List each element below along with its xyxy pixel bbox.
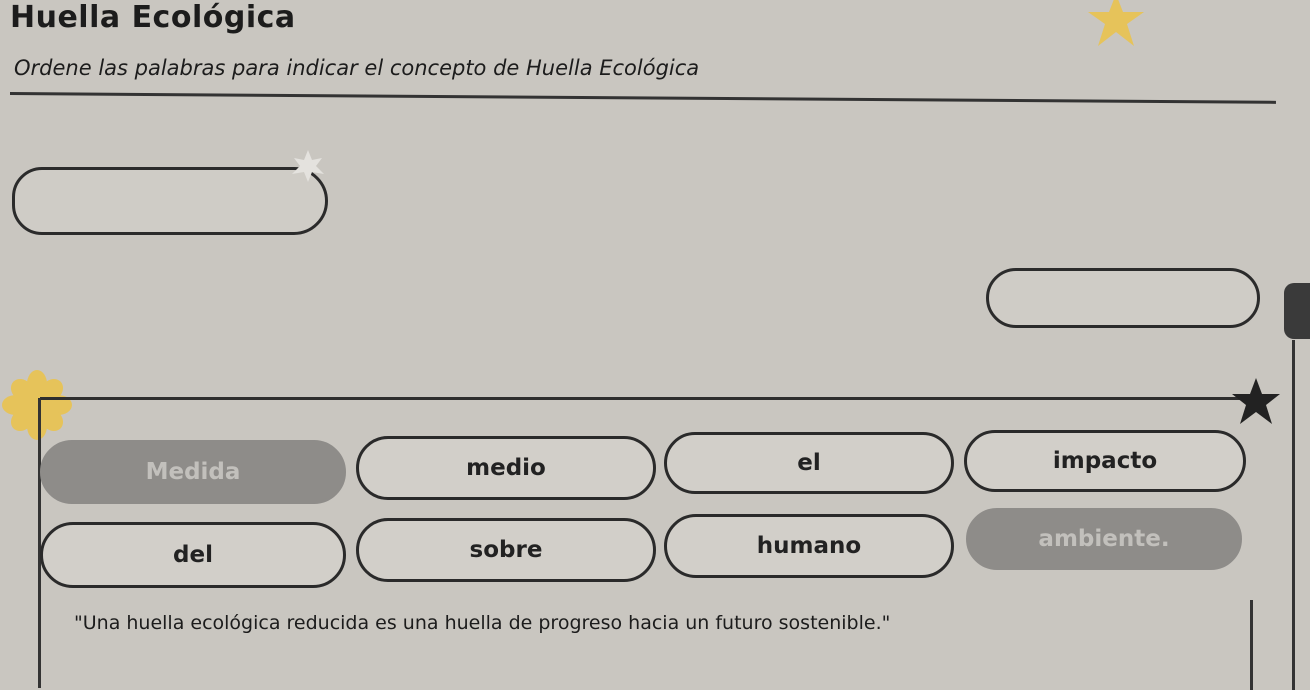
outer-border-right <box>1292 340 1295 690</box>
star-icon <box>1088 0 1144 46</box>
word-del[interactable]: del <box>40 522 346 588</box>
header-divider <box>9 92 1276 104</box>
side-scroll-tab[interactable] <box>1284 283 1310 339</box>
word-el[interactable]: el <box>664 432 954 494</box>
instruction-text: Ordene las palabras para indicar el conc… <box>14 56 700 80</box>
panel-divider <box>40 397 1260 400</box>
panel-border-left <box>38 398 41 688</box>
word-sobre[interactable]: sobre <box>356 518 656 582</box>
star-dark-icon <box>1232 378 1280 424</box>
flower-icon <box>2 370 72 440</box>
answer-slot-2[interactable] <box>986 268 1260 328</box>
puzzle-notch-icon <box>292 150 324 182</box>
word-impacto[interactable]: impacto <box>964 430 1246 492</box>
word-ambiente[interactable]: ambiente. <box>966 508 1242 570</box>
word-medio[interactable]: medio <box>356 436 656 500</box>
answer-slot-1[interactable] <box>12 167 328 235</box>
word-medida[interactable]: Medida <box>40 440 346 504</box>
footer-quote: "Una huella ecológica reducida es una hu… <box>74 612 891 634</box>
word-humano[interactable]: humano <box>664 514 954 578</box>
panel-border-right <box>1250 600 1253 690</box>
page-title: Huella Ecológica <box>10 0 296 35</box>
